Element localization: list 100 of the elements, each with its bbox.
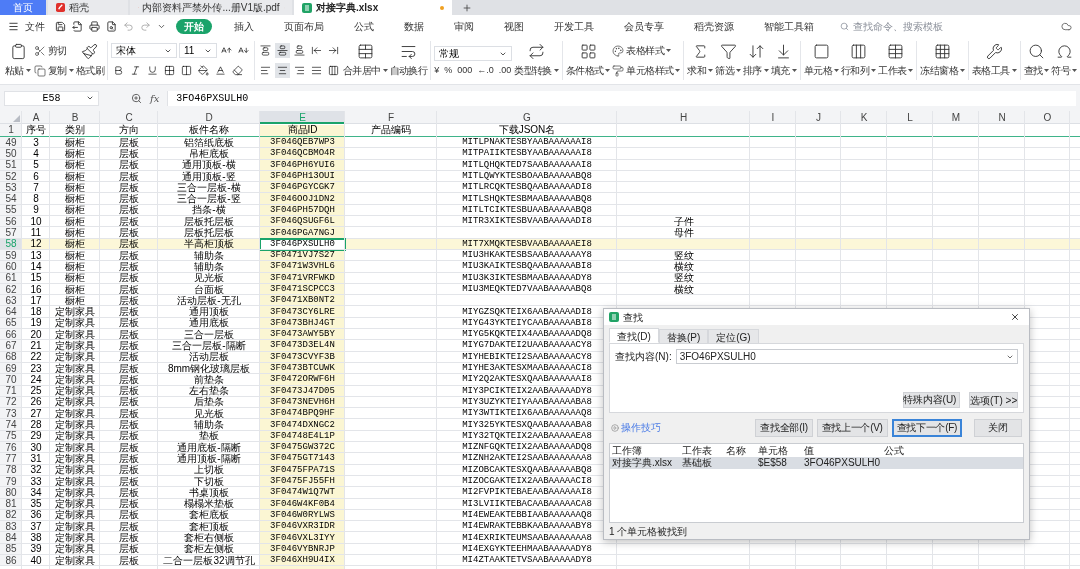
border-icon[interactable] (162, 63, 177, 78)
dialog-button[interactable]: 查找上一个(V) (816, 418, 888, 437)
font-size-field[interactable]: 11 (179, 43, 217, 58)
number-format-button[interactable]: % (444, 66, 453, 75)
ribbon-button[interactable]: 条件格式 (565, 40, 611, 81)
ribbon-tab[interactable]: 智能工具箱 (756, 18, 822, 34)
row-header[interactable]: 74 (0, 419, 22, 431)
column-header[interactable]: A (22, 111, 50, 124)
column-header[interactable]: K (841, 111, 887, 124)
ribbon-tab[interactable]: 页面布局 (276, 18, 332, 34)
row-header[interactable]: 57 (0, 227, 22, 239)
align-top-icon[interactable] (258, 43, 273, 58)
number-format-field[interactable]: 常规 (434, 46, 513, 61)
zoom-icon[interactable] (131, 92, 142, 104)
find-field[interactable]: 3FO46PXSULH0 (675, 349, 1018, 365)
ribbon-tab[interactable]: 开发工具 (546, 18, 602, 34)
column-header[interactable]: H (617, 111, 750, 124)
align-middle-icon[interactable] (275, 43, 290, 58)
ribbon-button[interactable]: 类型转换 (514, 40, 559, 81)
close-icon[interactable] (1010, 312, 1020, 323)
column-header[interactable]: D (158, 111, 260, 124)
cloud-icon[interactable] (1061, 20, 1072, 32)
row-header[interactable]: 61 (0, 272, 22, 284)
dialog-button[interactable]: 查找下一个(F) (891, 418, 962, 437)
preview-icon[interactable] (106, 20, 117, 32)
result-row[interactable]: 对接字典.xlsx 基础板 $E$58 3FO46PXSULH0 (610, 456, 1023, 469)
row-header[interactable]: 51 (0, 159, 22, 171)
column-header[interactable]: O (1025, 111, 1070, 124)
eraser-icon[interactable] (230, 63, 245, 78)
row-header[interactable]: 64 (0, 306, 22, 318)
ribbon-tab[interactable]: 审阅 (446, 18, 482, 34)
ribbon-button[interactable]: 剪切 (34, 42, 74, 59)
ribbon-tab[interactable]: 数据 (396, 18, 432, 34)
number-format-button[interactable]: ←.0 (477, 66, 494, 75)
ribbon-button[interactable]: 表格样式 (612, 42, 681, 59)
row-header[interactable]: 80 (0, 487, 22, 499)
new-tab-icon[interactable] (462, 2, 472, 13)
dialog-button[interactable]: 查找全部(I) (755, 418, 813, 437)
column-header[interactable]: N (979, 111, 1025, 124)
tips-link[interactable]: 操作技巧 (611, 420, 661, 435)
print-icon[interactable] (89, 20, 100, 32)
ribbon-button[interactable]: 行和列 (840, 40, 877, 81)
column-header[interactable]: C (100, 111, 158, 124)
number-format-button[interactable]: 000 (457, 66, 473, 75)
save-icon[interactable] (55, 20, 66, 32)
row-header[interactable]: 84 (0, 532, 22, 544)
name-box[interactable]: E58 (4, 90, 99, 106)
number-format-button[interactable]: ¥ (434, 66, 440, 75)
row-header[interactable]: 54 (0, 193, 22, 205)
row-header[interactable]: 77 (0, 453, 22, 465)
font-name-field[interactable]: 宋体 (111, 43, 177, 58)
dialog-button[interactable]: 关闭 (974, 418, 1022, 437)
menu-icon[interactable] (8, 20, 19, 32)
font-color-icon[interactable] (213, 63, 228, 78)
function-button[interactable]: fx (150, 90, 160, 106)
ribbon-button[interactable]: 格式刷 (75, 40, 104, 81)
ribbon-tab[interactable]: 插入 (226, 18, 262, 34)
number-format-button[interactable]: .00 (498, 66, 512, 75)
row-header[interactable]: 67 (0, 340, 22, 352)
special-content-button[interactable]: 特殊内容(U) (903, 391, 960, 408)
ribbon-tab[interactable]: 视图 (496, 18, 532, 34)
formula-field[interactable]: 3FO46PXSULH0 (167, 90, 1076, 106)
row-header[interactable]: 68 (0, 351, 22, 363)
column-header[interactable]: G (437, 111, 617, 124)
row-header[interactable]: 85 (0, 543, 22, 555)
ribbon-button[interactable]: 工作表 (878, 40, 914, 81)
ribbon-button[interactable]: 填充 (770, 40, 797, 81)
ribbon-button[interactable]: 单元格 (803, 40, 839, 81)
command-search-field[interactable]: 查找命令、搜索模板 (840, 18, 943, 34)
column-header[interactable]: B (50, 111, 100, 124)
row-header[interactable]: 60 (0, 261, 22, 273)
file-menu[interactable]: 文件 (25, 18, 45, 34)
fill-color-icon[interactable] (196, 63, 211, 78)
ribbon-button[interactable]: 冻结窗格 (920, 40, 965, 81)
ribbon-button[interactable]: 查找 (1023, 40, 1050, 81)
ribbon-button[interactable]: 自动换行 (389, 40, 428, 81)
ribbon-button[interactable]: 合并居中 (343, 40, 388, 81)
row-header[interactable]: 71 (0, 385, 22, 397)
ribbon-button[interactable]: 复制 (34, 62, 74, 79)
align-center-icon[interactable] (275, 63, 290, 78)
column-header[interactable]: M (933, 111, 979, 124)
document-tab[interactable]: 对接字典.xlsx (294, 0, 452, 15)
column-header[interactable]: L (887, 111, 933, 124)
document-tab[interactable]: 内部资料严禁外传...册V1版.pdf (130, 0, 292, 15)
ribbon-tab[interactable]: 稻壳资源 (686, 18, 742, 34)
ribbon-button[interactable]: 符号 (1051, 40, 1078, 81)
ribbon-button[interactable]: 单元格样式 (612, 62, 681, 79)
ribbon-button[interactable]: 筛选 (715, 40, 742, 81)
row-header[interactable]: 78 (0, 464, 22, 476)
ribbon-tab[interactable]: 公式 (346, 18, 382, 34)
ribbon-button[interactable]: 求和 (687, 40, 714, 81)
export-icon[interactable] (72, 20, 83, 32)
row-header[interactable]: 81 (0, 498, 22, 510)
ribbon-button[interactable]: 粘贴 (4, 40, 32, 81)
ribbon-button[interactable]: 表格工具 (971, 40, 1017, 81)
document-tab[interactable]: 首页 (0, 0, 46, 15)
row-header[interactable]: 1 (0, 124, 22, 136)
document-tab[interactable]: 稻壳 (48, 0, 128, 15)
ribbon-tab[interactable]: 会员专享 (616, 18, 672, 34)
ribbon-button[interactable]: 排序 (743, 40, 769, 81)
